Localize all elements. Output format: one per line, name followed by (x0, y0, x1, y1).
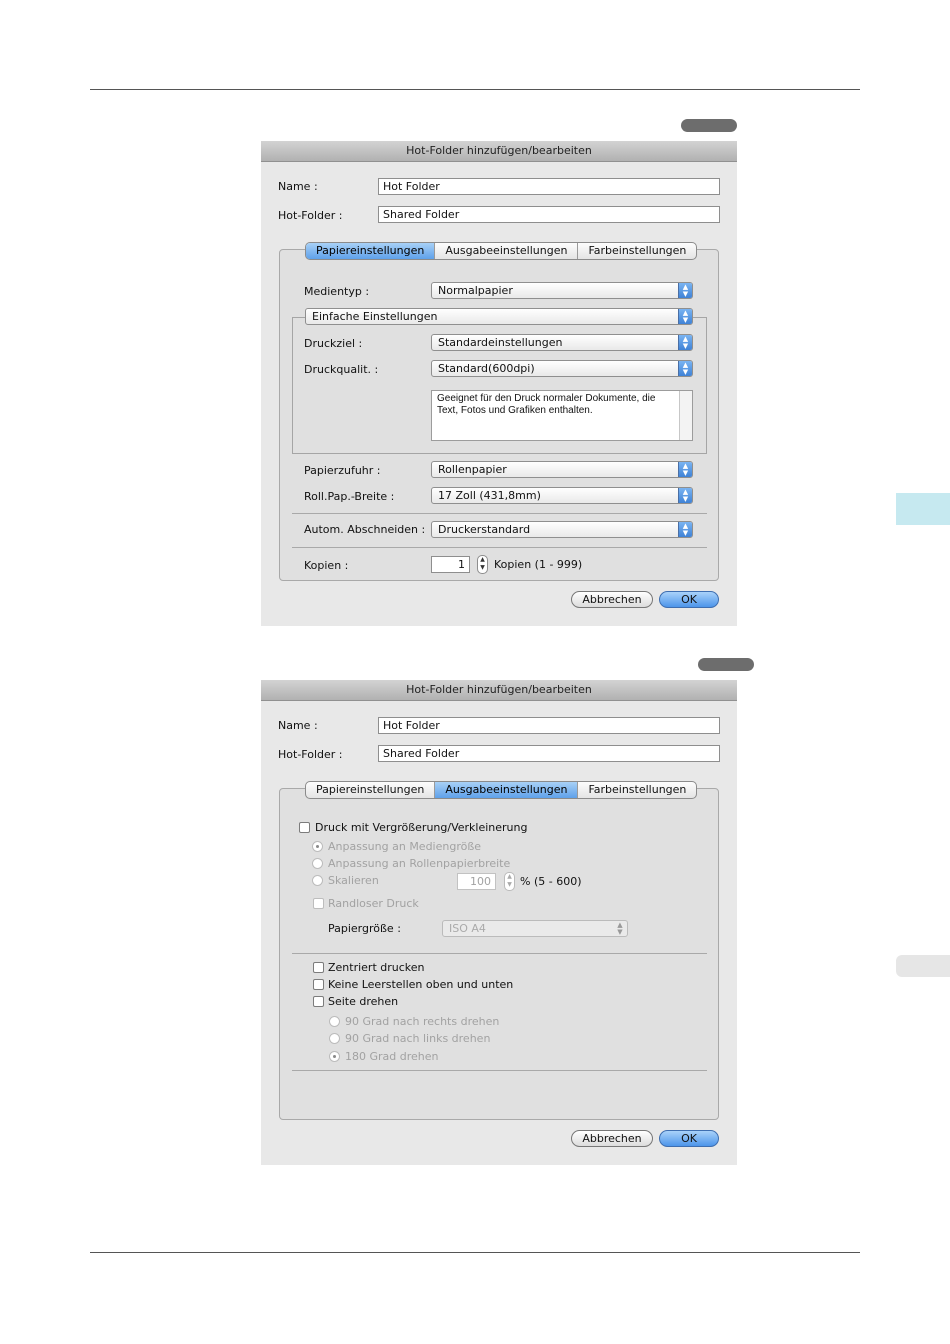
center-print-checkbox[interactable] (313, 962, 324, 973)
media-type-label: Medientyp : (304, 285, 370, 298)
auto-cut-select[interactable]: Druckerstandard ▲ ▼ (431, 521, 693, 538)
rotate-left-radio[interactable] (329, 1033, 340, 1044)
fit-roll-radio[interactable] (312, 858, 323, 869)
print-quality-label: Druckqualit. : (304, 363, 379, 376)
description-box: Geeignet für den Druck normaler Dokument… (431, 390, 693, 441)
ok-button[interactable]: OK (659, 591, 719, 608)
header-rule (90, 89, 860, 90)
tab-output-settings[interactable]: Ausgabeeinstellungen (435, 243, 579, 259)
separator (292, 547, 707, 548)
fit-roll-label: Anpassung an Rollenpapierbreite (328, 857, 511, 870)
hotfolder-label: Hot-Folder : (278, 748, 343, 761)
name-label: Name : (278, 180, 318, 193)
chapter-tab-active (896, 493, 950, 525)
rotate-page-label: Seite drehen (328, 995, 399, 1008)
description-text: Geeignet für den Druck normaler Dokument… (437, 393, 656, 416)
updown-arrow-icon: ▲ ▼ (678, 309, 692, 324)
name-label: Name : (278, 719, 318, 732)
name-field[interactable]: Hot Folder (378, 717, 720, 734)
copies-label: Kopien : (304, 559, 349, 572)
updown-arrow-icon: ▲ ▼ (678, 283, 692, 298)
auto-cut-label: Autom. Abschneiden : (304, 523, 426, 536)
dialog-title: Hot-Folder hinzufügen/bearbeiten (261, 141, 737, 162)
media-type-select[interactable]: Normalpapier ▲ ▼ (431, 282, 693, 299)
tab-color-settings[interactable]: Farbeinstellungen (578, 782, 696, 798)
updown-arrow-icon: ▲ ▼ (678, 522, 692, 537)
copies-field[interactable]: 1 (431, 556, 470, 573)
chapter-tab (896, 955, 950, 977)
updown-arrow-icon: ▲ ▼ (678, 488, 692, 503)
paper-source-label: Papierzufuhr : (304, 464, 381, 477)
paper-source-select[interactable]: Rollenpapier ▲ ▼ (431, 461, 693, 478)
rotate-right-label: 90 Grad nach rechts drehen (345, 1015, 500, 1028)
rotate-180-label: 180 Grad drehen (345, 1050, 439, 1063)
paper-size-value: ISO A4 (449, 922, 486, 935)
os-badge (698, 658, 754, 671)
print-target-label: Druckziel : (304, 337, 363, 350)
print-target-select[interactable]: Standardeinstellungen ▲ ▼ (431, 334, 693, 351)
enlarge-reduce-label: Druck mit Vergrößerung/Verkleinerung (315, 821, 528, 834)
description-scrollbar[interactable] (679, 391, 692, 440)
scale-stepper[interactable]: ▲ ▼ (504, 872, 515, 891)
borderless-label: Randloser Druck (328, 897, 419, 910)
tab-paper-settings[interactable]: Papiereinstellungen (306, 782, 436, 798)
os-badge (681, 119, 737, 132)
hot-folder-dialog-paper: Hot-Folder hinzufügen/bearbeiten Name : … (261, 141, 737, 626)
rotate-left-label: 90 Grad nach links drehen (345, 1032, 491, 1045)
cancel-button[interactable]: Abbrechen (571, 1130, 653, 1147)
roll-width-value: 17 Zoll (431,8mm) (438, 489, 541, 502)
hotfolder-field[interactable]: Shared Folder (378, 745, 720, 762)
settings-tabs: Papiereinstellungen Ausgabeeinstellungen… (305, 242, 698, 260)
tab-color-settings[interactable]: Farbeinstellungen (578, 243, 696, 259)
tab-output-settings[interactable]: Ausgabeeinstellungen (435, 782, 579, 798)
ok-button[interactable]: OK (659, 1130, 719, 1147)
updown-arrow-icon: ▲ ▼ (678, 462, 692, 477)
footer-rule (90, 1252, 860, 1253)
scale-radio[interactable] (312, 875, 323, 886)
roll-width-label: Roll.Pap.-Breite : (304, 490, 395, 503)
print-target-value: Standardeinstellungen (438, 336, 563, 349)
rotate-page-checkbox[interactable] (313, 996, 324, 1007)
hot-folder-dialog-output: Hot-Folder hinzufügen/bearbeiten Name : … (261, 680, 737, 1165)
separator (292, 513, 707, 514)
copies-stepper[interactable]: ▲ ▼ (477, 555, 488, 574)
paper-source-value: Rollenpapier (438, 463, 507, 476)
rotate-180-radio[interactable] (329, 1051, 340, 1062)
separator (292, 953, 707, 954)
borderless-checkbox[interactable] (313, 898, 324, 909)
settings-mode-value: Einfache Einstellungen (312, 310, 438, 323)
tab-paper-settings[interactable]: Papiereinstellungen (306, 243, 436, 259)
scale-field[interactable]: 100 (457, 873, 496, 890)
rotate-right-radio[interactable] (329, 1016, 340, 1027)
fit-media-radio[interactable] (312, 841, 323, 852)
scale-range: % (5 - 600) (520, 875, 582, 888)
print-quality-value: Standard(600dpi) (438, 362, 535, 375)
print-quality-select[interactable]: Standard(600dpi) ▲ ▼ (431, 360, 693, 377)
updown-arrow-icon: ▲ ▼ (678, 335, 692, 350)
media-type-value: Normalpapier (438, 284, 513, 297)
dialog-title: Hot-Folder hinzufügen/bearbeiten (261, 680, 737, 701)
separator (292, 1070, 707, 1071)
auto-cut-value: Druckerstandard (438, 523, 531, 536)
enlarge-reduce-checkbox[interactable] (299, 822, 310, 833)
updown-arrow-icon: ▲ ▼ (617, 921, 623, 936)
name-field[interactable]: Hot Folder (378, 178, 720, 195)
paper-size-select[interactable]: ISO A4 ▲ ▼ (442, 920, 628, 937)
no-spaces-checkbox[interactable] (313, 979, 324, 990)
settings-mode-select[interactable]: Einfache Einstellungen ▲ ▼ (305, 308, 693, 325)
settings-tabs: Papiereinstellungen Ausgabeeinstellungen… (305, 781, 698, 799)
roll-width-select[interactable]: 17 Zoll (431,8mm) ▲ ▼ (431, 487, 693, 504)
hotfolder-field[interactable]: Shared Folder (378, 206, 720, 223)
cancel-button[interactable]: Abbrechen (571, 591, 653, 608)
copies-range: Kopien (1 - 999) (494, 558, 583, 571)
no-spaces-label: Keine Leerstellen oben und unten (328, 978, 514, 991)
hotfolder-label: Hot-Folder : (278, 209, 343, 222)
center-print-label: Zentriert drucken (328, 961, 425, 974)
updown-arrow-icon: ▲ ▼ (678, 361, 692, 376)
fit-media-label: Anpassung an Mediengröße (328, 840, 482, 853)
scale-label: Skalieren (328, 874, 379, 887)
paper-size-label: Papiergröße : (328, 922, 401, 935)
